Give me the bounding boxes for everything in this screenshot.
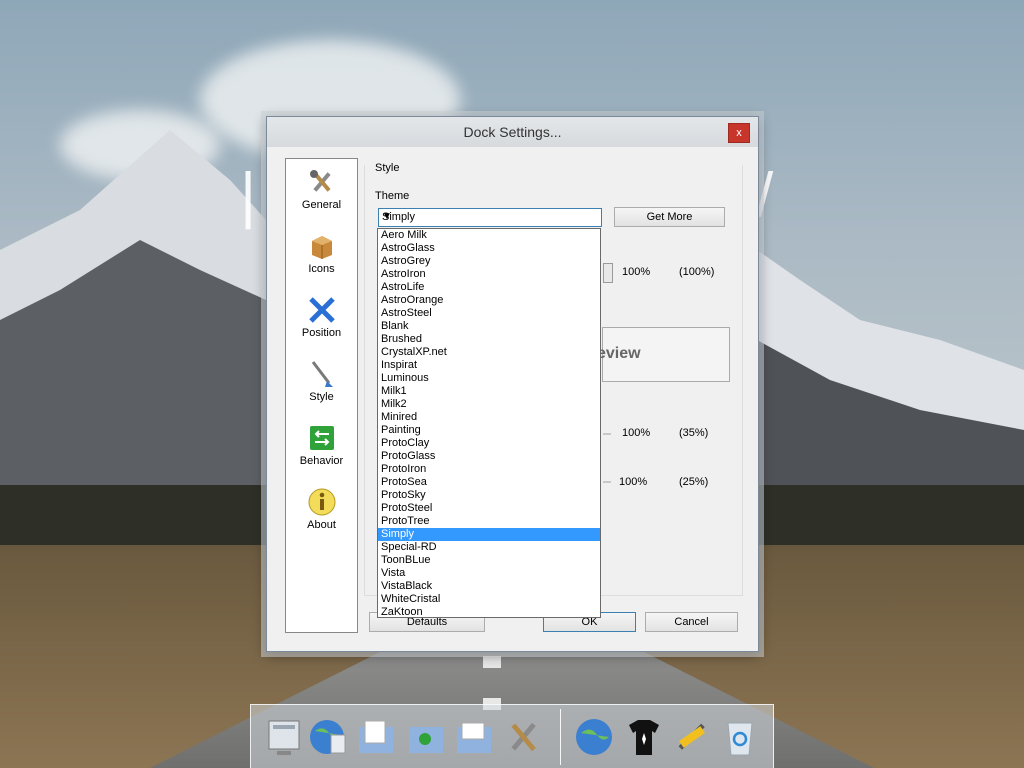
- nav-label: Position: [301, 327, 342, 339]
- theme-option[interactable]: Painting: [378, 424, 600, 437]
- internet-icon[interactable]: [573, 715, 615, 759]
- nav-label: Icons: [308, 263, 335, 275]
- row3-paren-value: (25%): [679, 476, 709, 488]
- cancel-button[interactable]: Cancel: [645, 612, 738, 632]
- tools-icon: [309, 170, 331, 192]
- info-icon: [308, 488, 335, 516]
- slider-track[interactable]: [603, 433, 611, 435]
- theme-option[interactable]: Luminous: [378, 372, 600, 385]
- theme-option[interactable]: VistaBlack: [378, 580, 600, 593]
- get-more-button[interactable]: Get More: [614, 207, 725, 227]
- behavior-icon: [309, 426, 334, 450]
- theme-option[interactable]: AstroLife: [378, 281, 600, 294]
- theme-option[interactable]: ProtoIron: [378, 463, 600, 476]
- pictures-folder-icon[interactable]: [453, 715, 495, 759]
- close-button[interactable]: x: [728, 123, 750, 143]
- preview-text: eview: [597, 345, 641, 362]
- brush-icon: [311, 361, 333, 387]
- slider-thumb[interactable]: [603, 263, 613, 283]
- row3-value: 100%: [619, 476, 648, 488]
- row2-paren-value: (35%): [679, 427, 709, 439]
- dock-separator: [560, 709, 561, 765]
- wallpaper-text-left: |: [240, 161, 257, 230]
- theme-option[interactable]: ZaKtoon: [378, 606, 600, 617]
- tools-icon[interactable]: [503, 715, 545, 759]
- slider-track[interactable]: [603, 481, 611, 483]
- style-group-title: Style: [375, 162, 400, 174]
- theme-option[interactable]: Brushed: [378, 333, 600, 346]
- theme-option[interactable]: Inspirat: [378, 359, 600, 372]
- theme-option[interactable]: Vista: [378, 567, 600, 580]
- row1-value: 100%: [622, 266, 651, 278]
- theme-option[interactable]: Blank: [378, 320, 600, 333]
- theme-option[interactable]: ToonBLue: [378, 554, 600, 567]
- nav-item-behavior[interactable]: Behavior: [286, 419, 357, 467]
- theme-option[interactable]: Simply: [378, 528, 600, 541]
- road-marking: [483, 656, 501, 668]
- theme-option[interactable]: AstroSteel: [378, 307, 600, 320]
- theme-option[interactable]: Special-RD: [378, 541, 600, 554]
- dialog-titlebar[interactable]: Dock Settings...: [267, 117, 758, 147]
- theme-option[interactable]: AstroGrey: [378, 255, 600, 268]
- hammer-icon[interactable]: [671, 715, 713, 759]
- nav-item-about[interactable]: About: [286, 483, 357, 531]
- documents-icon[interactable]: [355, 715, 397, 759]
- dialog-title: Dock Settings...: [463, 124, 562, 140]
- tshirt-icon[interactable]: [623, 715, 665, 759]
- dock-bar: [250, 704, 774, 768]
- theme-option[interactable]: AstroGlass: [378, 242, 600, 255]
- theme-option[interactable]: Milk2: [378, 398, 600, 411]
- theme-option[interactable]: Minired: [378, 411, 600, 424]
- chevron-down-icon: ▼: [382, 211, 392, 222]
- theme-option[interactable]: WhiteCristal: [378, 593, 600, 606]
- nav-label: About: [307, 519, 336, 531]
- nav-item-style[interactable]: Style: [286, 355, 357, 403]
- theme-option[interactable]: ProtoSea: [378, 476, 600, 489]
- nav-item-general[interactable]: General: [286, 163, 357, 211]
- theme-option[interactable]: ProtoSteel: [378, 502, 600, 515]
- theme-option[interactable]: AstroIron: [378, 268, 600, 281]
- theme-option[interactable]: CrystalXP.net: [378, 346, 600, 359]
- arrows-icon: [308, 297, 335, 323]
- nav-item-position[interactable]: Position: [286, 291, 357, 339]
- theme-option[interactable]: AstroOrange: [378, 294, 600, 307]
- theme-option[interactable]: ProtoGlass: [378, 450, 600, 463]
- theme-option[interactable]: Milk1: [378, 385, 600, 398]
- theme-option[interactable]: Aero Milk: [378, 229, 600, 242]
- theme-combobox[interactable]: Simply ▼: [378, 208, 602, 227]
- row2-value: 100%: [622, 427, 651, 439]
- theme-option[interactable]: ProtoTree: [378, 515, 600, 528]
- theme-label: Theme: [375, 190, 410, 202]
- theme-dropdown-list[interactable]: Aero Milk AstroGlass AstroGrey AstroIron Ast…: [377, 228, 601, 618]
- monitor-icon[interactable]: [263, 715, 305, 759]
- close-icon: x: [736, 127, 742, 139]
- nav-label: Behavior: [299, 455, 344, 467]
- nav-label: Style: [309, 391, 334, 403]
- music-folder-icon[interactable]: [405, 715, 447, 759]
- recycle-bin-icon[interactable]: [719, 715, 761, 759]
- settings-nav: General Icons Position Style Behavior Ab…: [285, 158, 358, 633]
- row1-paren-value: (100%): [679, 266, 715, 278]
- nav-item-icons[interactable]: Icons: [286, 227, 357, 275]
- theme-option[interactable]: ProtoClay: [378, 437, 600, 450]
- nav-label: General: [301, 199, 342, 211]
- theme-option[interactable]: ProtoSky: [378, 489, 600, 502]
- box-icon: [311, 236, 332, 259]
- globe-icon[interactable]: [307, 715, 349, 759]
